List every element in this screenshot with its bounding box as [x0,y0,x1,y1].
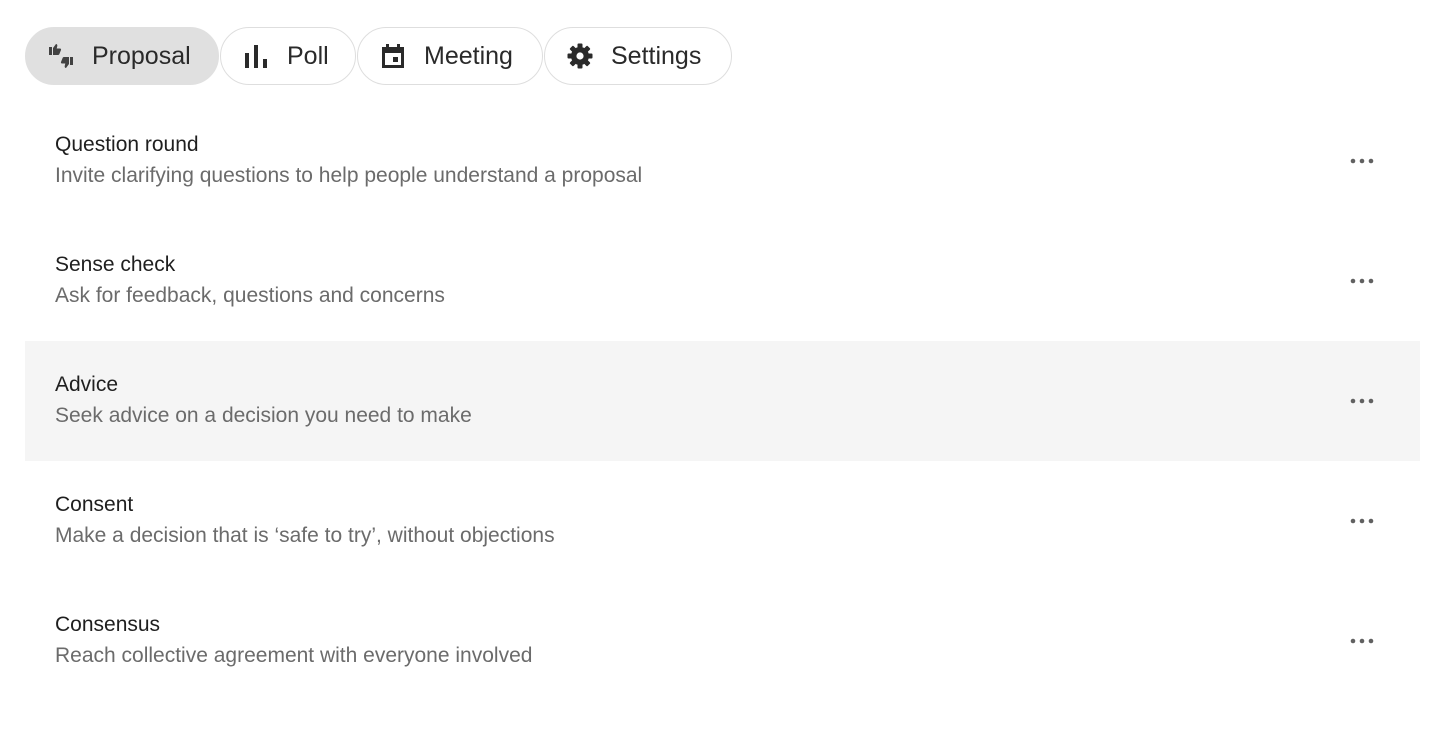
template-row-consent[interactable]: Consent Make a decision that is ‘safe to… [25,461,1420,581]
calendar-icon [378,41,408,71]
template-title: Advice [55,373,119,396]
more-options-icon[interactable] [1342,389,1382,413]
gear-icon [565,41,595,71]
template-title: Consensus [55,613,161,636]
more-options-icon[interactable] [1342,149,1382,173]
more-options-icon[interactable] [1342,629,1382,653]
template-row-sense-check[interactable]: Sense check Ask for feedback, questions … [25,221,1420,341]
template-description: Reach collective agreement with everyone… [55,644,533,667]
template-list: Question round Invite clarifying questio… [25,101,1420,701]
tab-poll[interactable]: Poll [220,27,356,85]
tab-meeting[interactable]: Meeting [357,27,543,85]
template-description: Ask for feedback, questions and concerns [55,284,445,307]
template-description: Make a decision that is ‘safe to try’, w… [55,524,555,547]
thumbs-up-down-icon [46,41,76,71]
more-options-icon[interactable] [1342,269,1382,293]
template-category-tabs: Proposal Poll Meeting Settings [25,27,732,85]
tab-label: Poll [287,41,329,70]
tab-label: Meeting [424,41,513,70]
template-title: Question round [55,133,199,156]
more-options-icon[interactable] [1342,509,1382,533]
tab-label: Settings [611,41,702,70]
tab-settings[interactable]: Settings [544,27,732,85]
template-title: Sense check [55,253,176,276]
bar-chart-icon [241,41,271,71]
template-title: Consent [55,493,134,516]
template-description: Invite clarifying questions to help peop… [55,164,643,187]
tab-label: Proposal [92,41,191,70]
template-row-advice[interactable]: Advice Seek advice on a decision you nee… [25,341,1420,461]
tab-proposal[interactable]: Proposal [25,27,219,85]
template-row-question-round[interactable]: Question round Invite clarifying questio… [25,101,1420,221]
template-description: Seek advice on a decision you need to ma… [55,404,472,427]
template-row-consensus[interactable]: Consensus Reach collective agreement wit… [25,581,1420,701]
